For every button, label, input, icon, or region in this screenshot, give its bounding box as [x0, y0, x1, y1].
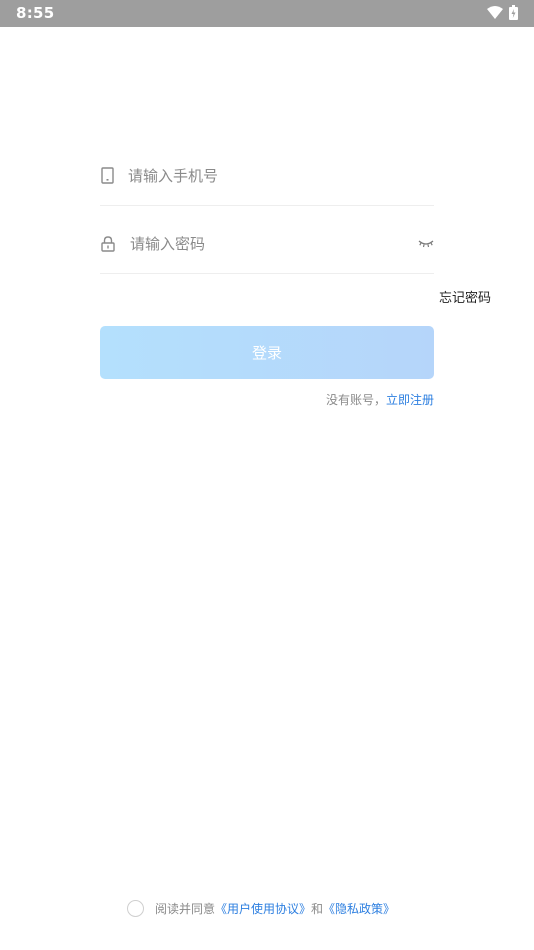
register-link[interactable]: 立即注册: [386, 393, 434, 407]
login-button[interactable]: 登录: [100, 326, 434, 379]
password-field: [100, 216, 434, 274]
register-row: 没有账号，立即注册: [326, 391, 434, 408]
status-bar: 8:55: [0, 0, 534, 27]
agreement-prefix: 阅读并同意: [155, 901, 216, 916]
status-icons: [487, 5, 518, 20]
phone-icon: [101, 167, 114, 184]
phone-field: [100, 148, 434, 206]
agreement-and: 和: [311, 901, 324, 916]
agreement-checkbox[interactable]: [127, 899, 144, 917]
lock-icon: [101, 236, 115, 252]
agreement-row: 阅读并同意 《用户使用协议》 和 《隐私政策》: [127, 899, 395, 917]
eye-closed-icon[interactable]: [418, 238, 434, 250]
wifi-icon: [487, 6, 503, 19]
no-account-text: 没有账号，: [325, 393, 386, 407]
privacy-policy-link[interactable]: 《隐私政策》: [323, 900, 395, 917]
battery-icon: [509, 5, 518, 20]
forgot-password-link[interactable]: 忘记密码: [439, 287, 491, 306]
status-time: 8:55: [16, 4, 55, 22]
password-input[interactable]: [130, 230, 410, 258]
user-agreement-link[interactable]: 《用户使用协议》: [215, 900, 311, 917]
phone-input[interactable]: [128, 162, 408, 190]
